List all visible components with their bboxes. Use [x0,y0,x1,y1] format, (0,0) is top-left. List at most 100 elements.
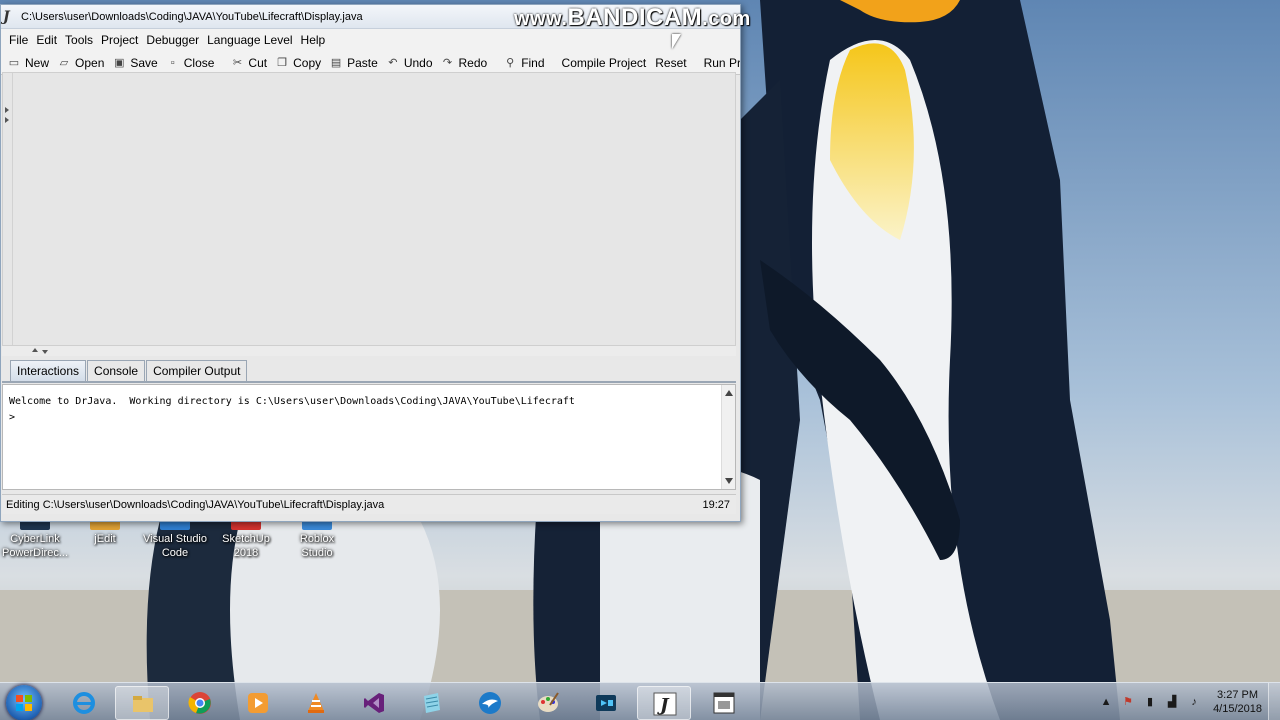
cut-button[interactable]: ✂ Cut [228,56,273,70]
desktop-icon-label: Roblox [299,533,335,545]
device-icon[interactable]: ▮ [1143,695,1157,709]
menu-help[interactable]: Help [297,33,330,47]
desktop-icon-vscode[interactable]: Visual Studio Code [140,520,210,560]
copy-label: Copy [293,55,322,70]
menu-language-level[interactable]: Language Level [203,33,296,47]
taskbar-file-viewer[interactable] [697,686,751,720]
show-desktop-button[interactable] [1268,683,1280,720]
scroll-up-arrow-icon[interactable] [725,390,733,396]
clock-date: 4/15/2018 [1213,703,1262,715]
vlc-icon [308,693,324,713]
expand-arrow-icon[interactable] [5,117,9,123]
taskbar-swift[interactable] [463,686,517,720]
compile-project-button[interactable]: Compile Project [559,56,653,70]
taskbar-file-explorer[interactable] [115,686,169,720]
menu-debugger[interactable]: Debugger [142,33,203,47]
action-center-flag-icon[interactable]: ⚑ [1121,695,1135,709]
save-label: Save [130,55,158,70]
find-label: Find [521,55,545,70]
start-button[interactable] [6,685,42,720]
taskbar-notepad[interactable] [405,686,459,720]
copy-button[interactable]: ❐ Copy [273,56,327,70]
taskbar-media-player[interactable] [231,686,285,720]
document-window-icon [713,692,735,714]
chrome-icon [188,692,211,714]
redo-label: Redo [458,55,488,70]
notepad-icon [424,693,440,713]
desktop-icon-sketchup[interactable]: SketchUp 2018 [211,520,281,560]
window-title: C:\Users\user\Downloads\Coding\JAVA\YouT… [21,10,363,23]
desktop-icon-roblox-studio[interactable]: Roblox Studio [282,520,352,560]
desktop-icon-cyberlink[interactable]: CyberLink PowerDirec... [0,520,70,560]
scroll-down-arrow-icon[interactable] [725,478,733,484]
taskbar-camtasia[interactable] [579,686,633,720]
interactions-text[interactable]: Welcome to DrJava. Working directory is … [9,394,575,426]
tab-interactions[interactable]: Interactions [10,360,87,381]
cut-label: Cut [248,55,268,70]
desktop-icon-jedit[interactable]: jEdit [70,520,140,546]
menu-edit[interactable]: Edit [32,33,61,47]
watermark-prefix: www. [514,8,568,30]
menu-tools[interactable]: Tools [61,33,97,47]
taskbar-internet-explorer[interactable] [57,686,111,720]
find-button[interactable]: ⚲ Find [501,56,550,70]
tab-compiler-output[interactable]: Compiler Output [146,360,248,381]
internet-explorer-icon [73,692,95,714]
close-file-icon: ▫ [170,56,175,69]
bird-app-icon [479,692,501,714]
paint-palette-icon [538,692,559,712]
desktop-icon-label: CyberLink [10,533,60,545]
speaker-volume-icon[interactable]: ♪ [1187,695,1201,709]
interactions-prompt: > [9,412,16,423]
tab-console[interactable]: Console [87,360,146,381]
taskbar-vlc[interactable] [289,686,343,720]
definitions-pane[interactable] [2,72,736,346]
open-button[interactable]: ▱ Open [55,56,110,70]
save-button[interactable]: ▣ Save [110,56,163,70]
new-file-icon: ▭ [8,56,20,69]
status-editing-path: Editing C:\Users\user\Downloads\Coding\J… [6,498,385,511]
cursor-position: 19:27 [702,498,730,511]
taskbar-visual-studio[interactable] [347,686,401,720]
pane-splitter[interactable] [2,346,736,356]
scissors-icon: ✂ [232,56,243,69]
clock-time: 3:27 PM [1217,689,1259,701]
splitter-down-arrow-icon[interactable] [42,350,48,354]
menu-project[interactable]: Project [97,33,142,47]
watermark-brand: BANDICAM [567,4,703,31]
menu-file[interactable]: File [5,33,32,47]
undo-button[interactable]: ↶ Undo [384,56,439,70]
drjava-icon: J [653,692,677,716]
redo-button[interactable]: ↷ Redo [439,56,494,70]
interactions-pane[interactable]: Welcome to DrJava. Working directory is … [2,384,736,490]
paste-button[interactable]: ▤ Paste [327,56,384,70]
welcome-message: Welcome to DrJava. Working directory is … [9,396,575,407]
desktop-icon-label: SketchUp [222,533,270,545]
network-signal-icon[interactable]: ▟ [1165,695,1179,709]
system-tray: ▲ ⚑ ▮ ▟ ♪ 3:27 PM 4/15/2018 [1095,683,1280,720]
close-label: Close [183,55,215,70]
save-icon: ▣ [114,56,125,69]
taskbar-paint[interactable] [521,686,575,720]
interactions-scrollbar[interactable] [721,385,735,489]
desktop-icon-label: PowerDirec... [1,547,69,559]
interactions-tabs: Interactions Console Compiler Output [10,360,248,381]
mouse-cursor-icon [672,34,681,49]
reset-label: Reset [655,55,687,70]
expand-arrow-icon[interactable] [5,107,9,113]
folder-icon [133,696,153,712]
document-list-collapsed[interactable] [3,73,13,345]
reset-button[interactable]: Reset [652,56,692,70]
paste-label: Paste [347,55,378,70]
taskbar-drjava[interactable]: J [637,686,691,720]
system-clock[interactable]: 3:27 PM 4/15/2018 [1213,688,1262,716]
compile-project-label: Compile Project [561,55,647,70]
splitter-up-arrow-icon[interactable] [32,348,38,352]
close-button[interactable]: ▫ Close [164,56,221,70]
taskbar-chrome[interactable] [173,686,227,720]
run-project-button[interactable]: Run Pro [701,56,740,70]
new-button[interactable]: ▭ New [5,56,55,70]
copy-icon: ❐ [277,56,288,69]
show-hidden-icons-icon[interactable]: ▲ [1099,695,1113,709]
drjava-app-icon: J [3,8,10,25]
